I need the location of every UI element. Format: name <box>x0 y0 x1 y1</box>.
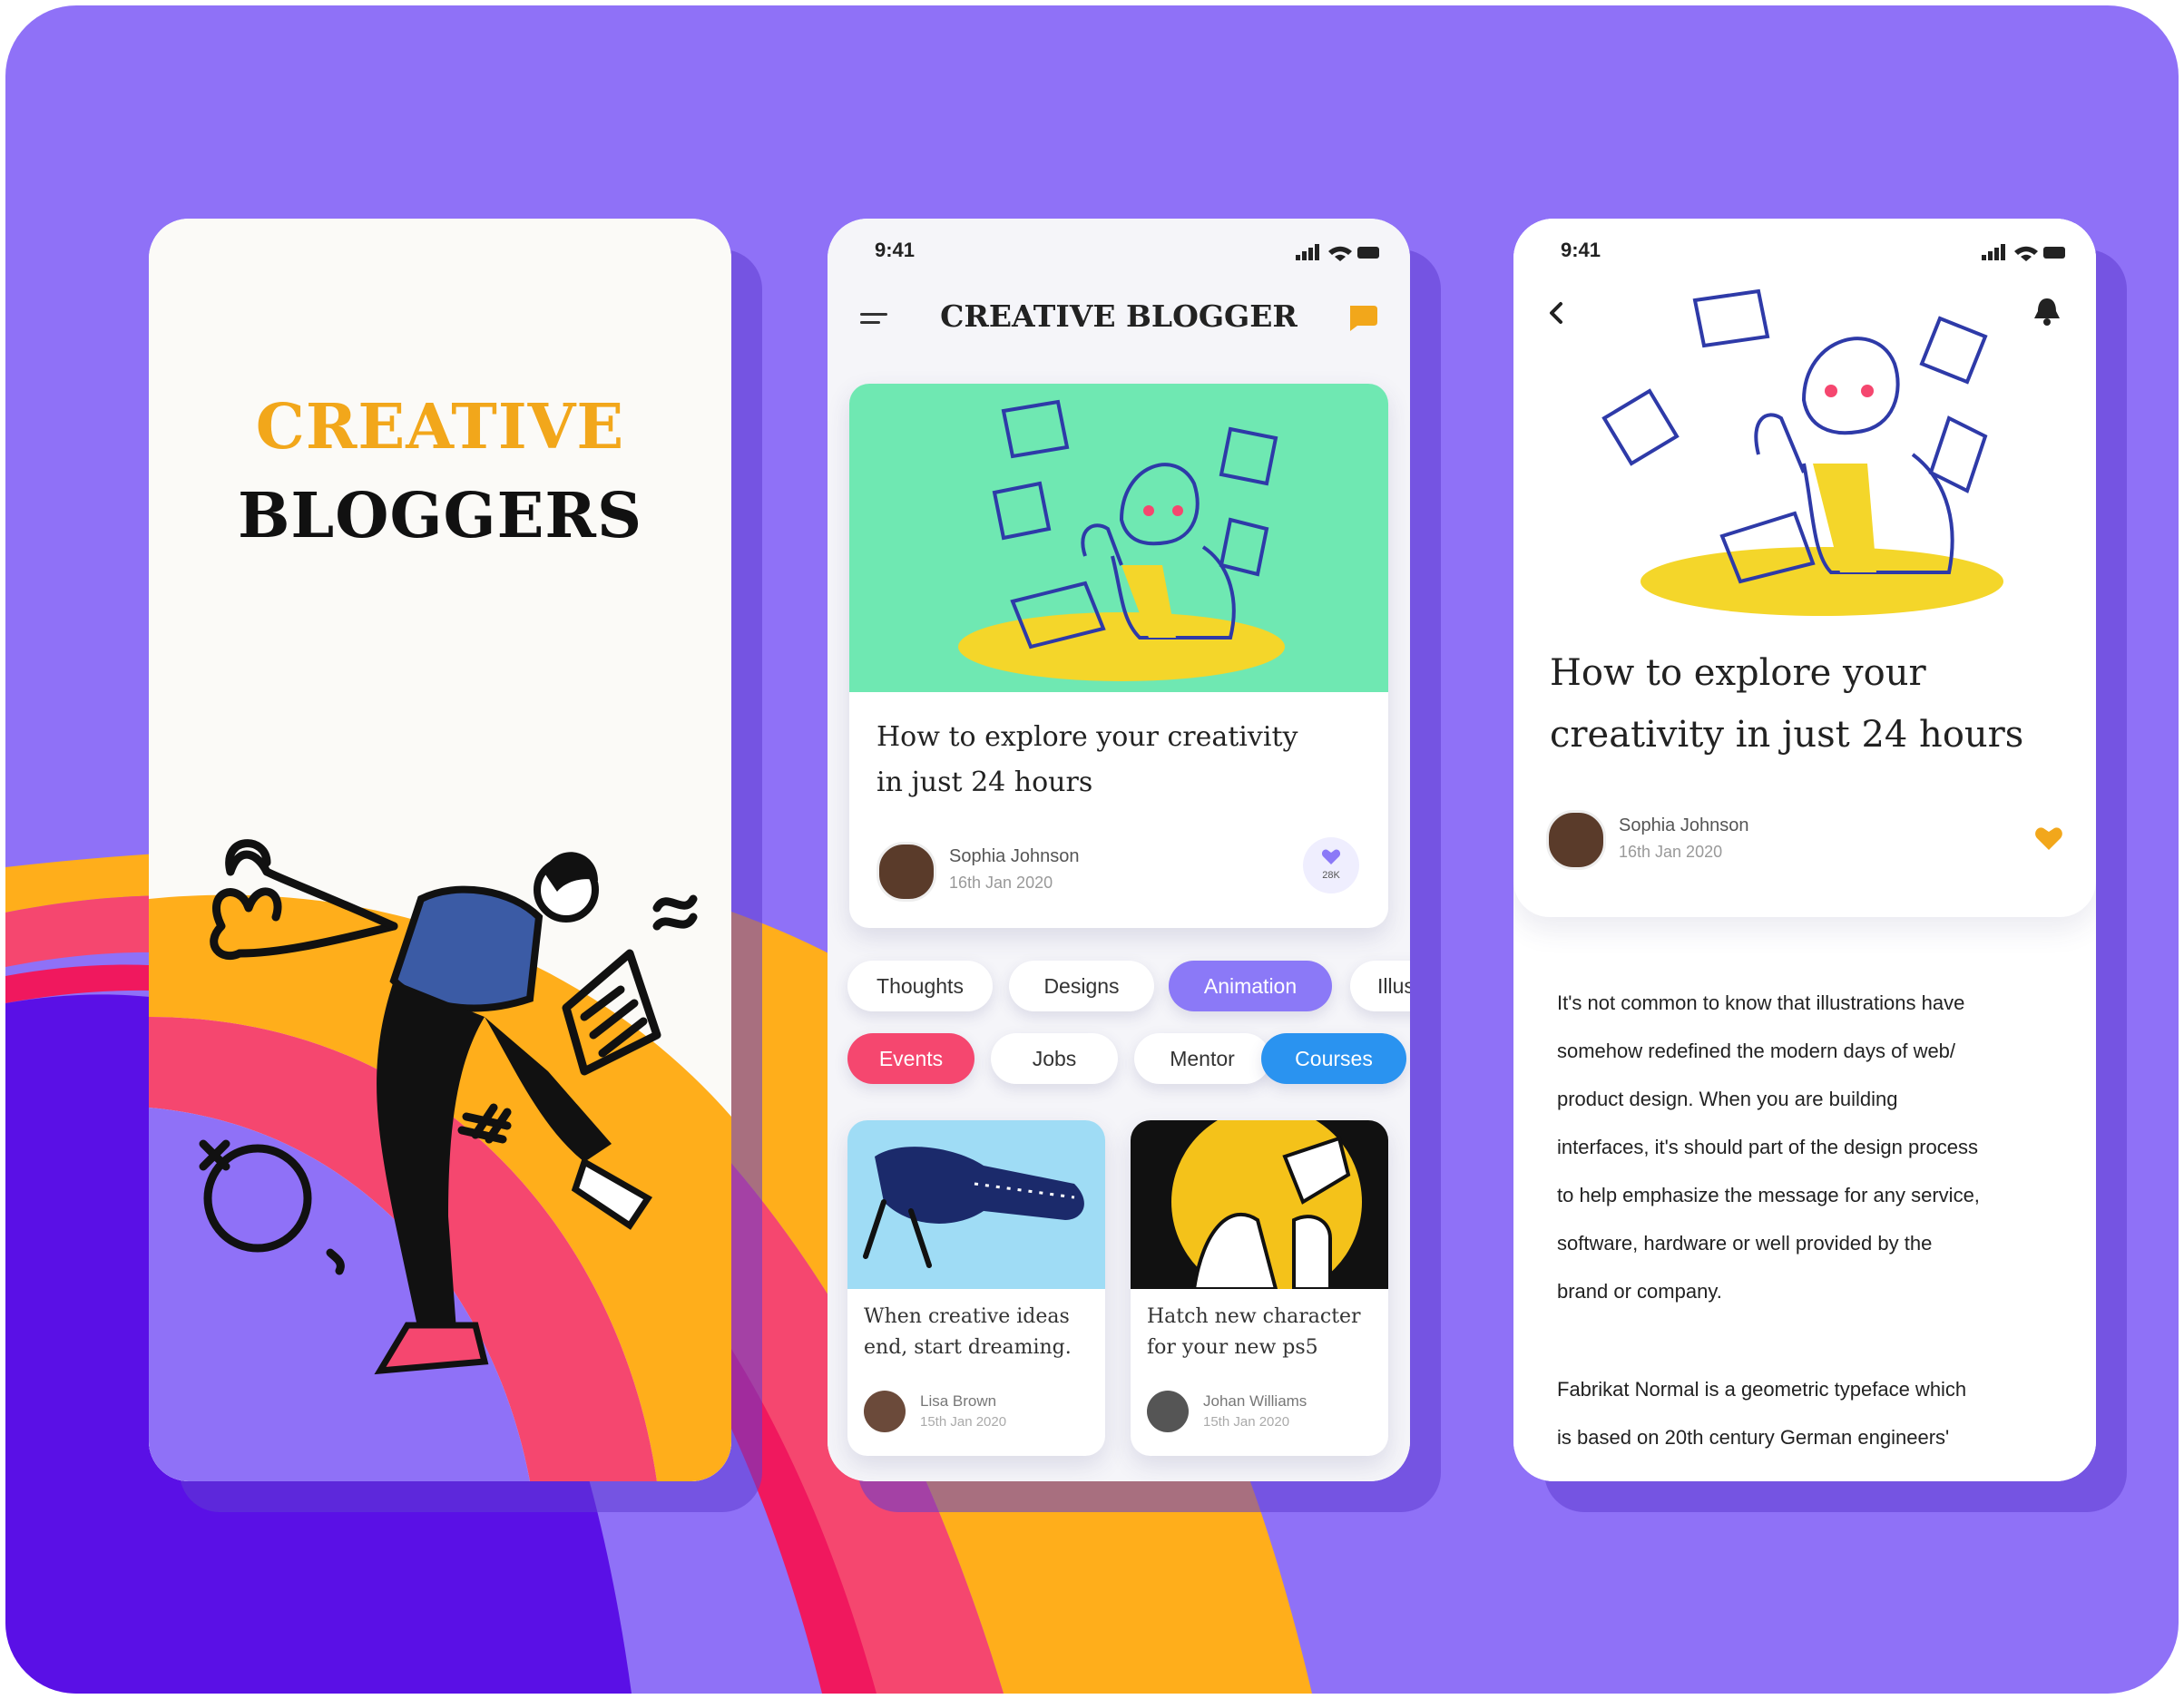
favorite-button[interactable] <box>2032 823 2065 855</box>
featured-title-line2: in just 24 hours <box>877 767 1093 798</box>
back-chevron-icon <box>1550 302 1562 324</box>
splash-title-line2: BLOGGERS <box>237 480 643 552</box>
post-2-author: Johan Williams <box>1203 1392 1307 1410</box>
back-button[interactable] <box>1541 295 1577 331</box>
body-line: product design. When you are building <box>1557 1088 1898 1110</box>
body-line: brand or company. <box>1557 1280 1722 1303</box>
post-1-date: 15th Jan 2020 <box>920 1414 1007 1430</box>
hatching-character-illustration <box>1171 1120 1362 1297</box>
status-time: 9:41 <box>875 239 916 261</box>
heart-icon <box>1321 849 1341 864</box>
author-avatar <box>877 842 936 902</box>
chip-courses[interactable]: Courses <box>1261 1033 1406 1084</box>
author-name: Sophia Johnson <box>949 846 1080 866</box>
article-body-paragraph-2: Fabrikat Normal is a geometric typeface … <box>1557 1365 1966 1461</box>
author-avatar <box>1546 810 1606 870</box>
body-line: is based on 20th century German engineer… <box>1557 1426 1950 1449</box>
chat-bubble-icon <box>1350 306 1377 331</box>
post-1-title-line2: end, start dreaming. <box>864 1336 1072 1359</box>
article-screen: 9:41 How to explore your creativity in j… <box>1513 219 2096 1481</box>
post-card-1[interactable]: When creative ideas end, start dreaming.… <box>847 1120 1105 1456</box>
author-name: Sophia Johnson <box>1619 815 1749 835</box>
status-time: 9:41 <box>1561 239 1601 261</box>
heart-icon <box>2035 827 2062 850</box>
chat-button[interactable] <box>1345 298 1381 335</box>
post-card-2[interactable]: Hatch new character for your new ps5 Joh… <box>1131 1120 1388 1456</box>
status-icons <box>1982 244 2065 261</box>
like-count: 28K <box>1322 870 1340 881</box>
writer-girl-illustration <box>1601 288 2003 616</box>
post-image-1 <box>847 1120 1105 1289</box>
chip-events[interactable]: Events <box>847 1033 974 1084</box>
like-button[interactable]: 28K <box>1303 837 1359 893</box>
body-line: software, hardware or well provided by t… <box>1557 1232 1933 1255</box>
status-icons <box>1296 244 1379 261</box>
chip-designs[interactable]: Designs <box>1009 961 1154 1011</box>
floating-person-illustration <box>863 1147 1084 1268</box>
showcase-canvas: CREATIVE BLOGGERS 9:41 CREATIVE BLOGGER … <box>0 0 2184 1699</box>
body-line: interfaces, it's should part of the desi… <box>1557 1136 1979 1158</box>
body-line: to help emphasize the message for any se… <box>1557 1184 1980 1206</box>
article-date: 16th Jan 2020 <box>1619 843 1723 861</box>
chip-animation[interactable]: Animation <box>1169 961 1332 1011</box>
featured-post-card[interactable]: How to explore your creativity in just 2… <box>849 384 1388 928</box>
home-screen: 9:41 CREATIVE BLOGGER How to explore you… <box>828 219 1410 1481</box>
chip-jobs[interactable]: Jobs <box>991 1033 1118 1084</box>
post-2-title-line1: Hatch new character <box>1147 1305 1361 1328</box>
article-title-line2: creativity in just 24 hours <box>1550 714 2024 756</box>
post-date: 16th Jan 2020 <box>949 874 1053 892</box>
app-title: CREATIVE BLOGGER <box>940 298 1298 334</box>
article-body-paragraph-1: It's not common to know that illustratio… <box>1557 979 1980 1315</box>
body-line: somehow redefined the modern days of web… <box>1557 1040 1956 1062</box>
post-2-avatar <box>1147 1391 1189 1432</box>
post-2-date: 15th Jan 2020 <box>1203 1414 1290 1430</box>
post-1-title-line1: When creative ideas <box>864 1305 1070 1328</box>
body-line: It's not common to know that illustratio… <box>1557 991 1965 1014</box>
body-line: Fabrikat Normal is a geometric typeface … <box>1557 1378 1967 1401</box>
writer-girl-illustration <box>958 399 1285 681</box>
post-2-title-line2: for your new ps5 <box>1147 1336 1318 1359</box>
article-title-line1: How to explore your <box>1550 652 1926 694</box>
post-image-2 <box>1131 1120 1388 1297</box>
featured-hero-image <box>849 384 1388 692</box>
splash-title-line1: CREATIVE <box>255 391 625 464</box>
post-1-avatar <box>864 1391 906 1432</box>
chip-illus[interactable]: Illus <box>1350 961 1410 1011</box>
post-1-author: Lisa Brown <box>920 1392 997 1410</box>
splash-screen: CREATIVE BLOGGERS <box>149 219 731 1481</box>
running-man-illustration <box>199 839 698 1375</box>
chip-mentor[interactable]: Mentor <box>1134 1033 1270 1084</box>
chip-thoughts[interactable]: Thoughts <box>847 961 993 1011</box>
featured-title-line1: How to explore your creativity <box>877 721 1298 753</box>
